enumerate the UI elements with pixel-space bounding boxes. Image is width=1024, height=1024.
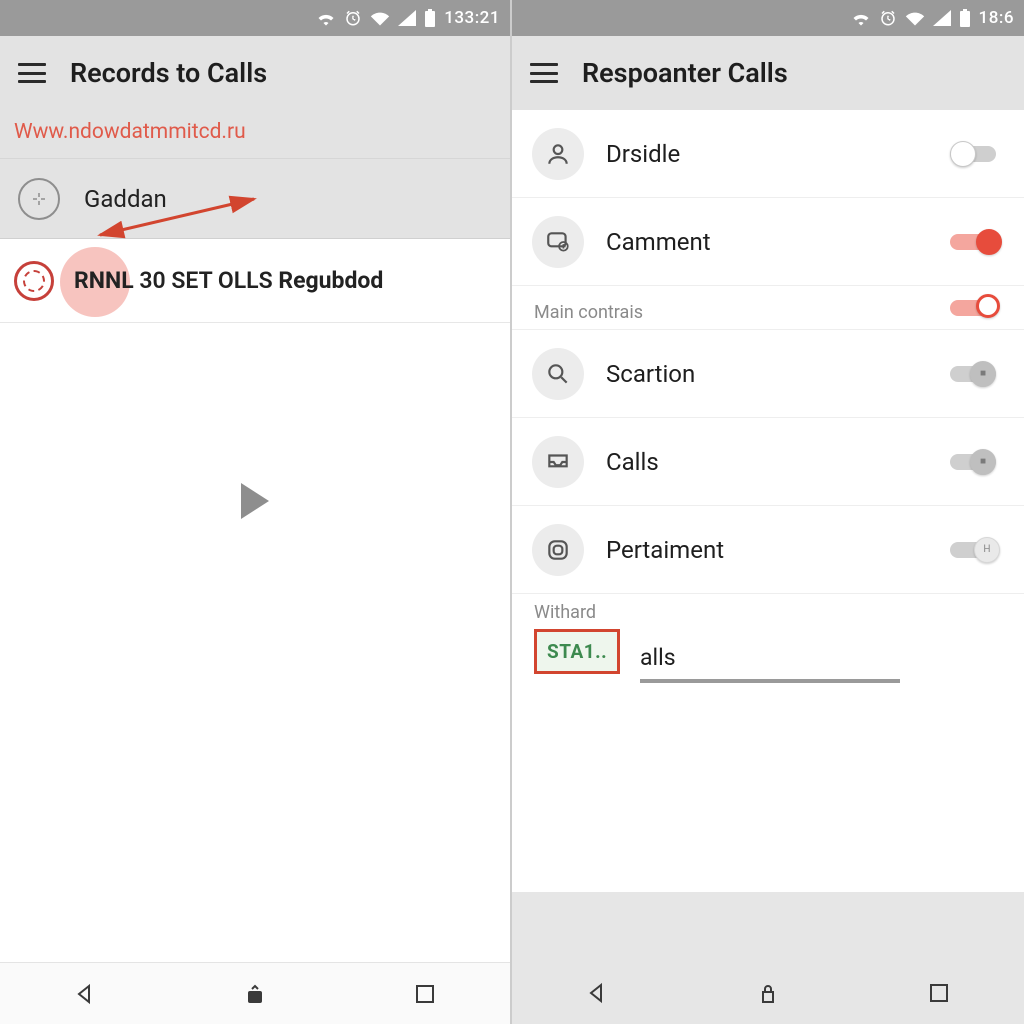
nav-home-button[interactable] bbox=[754, 979, 782, 1007]
toggle-calls[interactable]: ■ bbox=[950, 447, 1004, 477]
nav-recent-button[interactable] bbox=[411, 980, 439, 1008]
app-bar: Records to Calls bbox=[0, 36, 510, 110]
toggle-pertaiment[interactable]: H bbox=[950, 535, 1004, 565]
battery-icon bbox=[959, 9, 971, 27]
battery-icon bbox=[424, 9, 436, 27]
record-row[interactable]: RNNL 30 SET OLLS Regubdod bbox=[0, 239, 510, 323]
setting-calls[interactable]: Calls ■ bbox=[512, 418, 1024, 506]
record-text: RNNL 30 SET OLLS Regubdod bbox=[74, 267, 383, 294]
status-bar: 18:6 bbox=[512, 0, 1024, 36]
nav-back-button[interactable] bbox=[583, 979, 611, 1007]
nav-bar bbox=[0, 962, 510, 1024]
menu-button[interactable] bbox=[530, 63, 558, 83]
alarm-icon bbox=[879, 9, 897, 27]
nav-home-button[interactable] bbox=[241, 980, 269, 1008]
setting-scartion[interactable]: Scartion ■ bbox=[512, 330, 1024, 418]
section-main-contrais: Main contrais bbox=[512, 286, 1024, 330]
withard-tail: alls bbox=[640, 644, 1002, 671]
setting-label: Pertaiment bbox=[606, 536, 928, 564]
person-icon bbox=[532, 128, 584, 180]
toggle-scartion[interactable]: ■ bbox=[950, 359, 1004, 389]
withard-block: Withard STA1.. alls bbox=[512, 594, 1024, 683]
withard-header: Withard bbox=[534, 602, 1002, 623]
url-row[interactable]: Www.ndowdatmmitcd.ru bbox=[0, 110, 510, 159]
signal-icon bbox=[933, 10, 951, 26]
nav-recent-button[interactable] bbox=[925, 979, 953, 1007]
status-time: 133:21 bbox=[444, 8, 500, 28]
nav-bar bbox=[512, 962, 1024, 1024]
bottom-panel bbox=[512, 892, 1024, 962]
setting-label: Scartion bbox=[606, 360, 928, 388]
status-time: 18:6 bbox=[979, 8, 1014, 28]
setting-label: Calls bbox=[606, 448, 928, 476]
page-title: Records to Calls bbox=[70, 57, 267, 89]
section-header: Main contrais bbox=[512, 286, 950, 329]
setting-drsidle[interactable]: Drsidle bbox=[512, 110, 1024, 198]
annotation-arrow-icon bbox=[94, 193, 264, 243]
wifi-icon bbox=[851, 10, 871, 26]
toggle-main-contrais[interactable] bbox=[950, 293, 1004, 323]
record-icon bbox=[14, 261, 54, 301]
url-text: Www.ndowdatmmitcd.ru bbox=[14, 120, 246, 144]
toggle-drsidle[interactable] bbox=[950, 139, 1004, 169]
toggle-camment[interactable] bbox=[950, 227, 1004, 257]
wifi-solid-icon bbox=[370, 10, 390, 26]
wifi-solid-icon bbox=[905, 10, 925, 26]
signal-icon bbox=[398, 10, 416, 26]
settings-list: Drsidle Camment Main contrais Scartion ■ bbox=[512, 110, 1024, 683]
setting-label: Camment bbox=[606, 228, 928, 256]
setting-label: Drsidle bbox=[606, 140, 928, 168]
menu-button[interactable] bbox=[18, 63, 46, 83]
inbox-icon bbox=[532, 436, 584, 488]
screen-records: 133:21 Records to Calls Www.ndowdatmmitc… bbox=[0, 0, 512, 1024]
status-bar: 133:21 bbox=[0, 0, 510, 36]
nav-back-button[interactable] bbox=[71, 980, 99, 1008]
app-icon bbox=[532, 524, 584, 576]
spacer bbox=[512, 683, 1024, 892]
highlight-box[interactable]: STA1.. bbox=[534, 629, 620, 674]
comment-icon bbox=[532, 216, 584, 268]
app-bar: Respoanter Calls bbox=[512, 36, 1024, 110]
content-area bbox=[0, 323, 510, 962]
wifi-icon bbox=[316, 10, 336, 26]
highlight-text: STA1.. bbox=[547, 640, 607, 663]
screen-settings: 18:6 Respoanter Calls Drsidle Camment Ma… bbox=[512, 0, 1024, 1024]
page-title: Respoanter Calls bbox=[582, 57, 788, 89]
search-icon bbox=[532, 348, 584, 400]
setting-pertaiment[interactable]: Pertaiment H bbox=[512, 506, 1024, 594]
alarm-icon bbox=[344, 9, 362, 27]
user-icon bbox=[18, 178, 60, 220]
setting-camment[interactable]: Camment bbox=[512, 198, 1024, 286]
play-icon[interactable] bbox=[241, 483, 269, 519]
